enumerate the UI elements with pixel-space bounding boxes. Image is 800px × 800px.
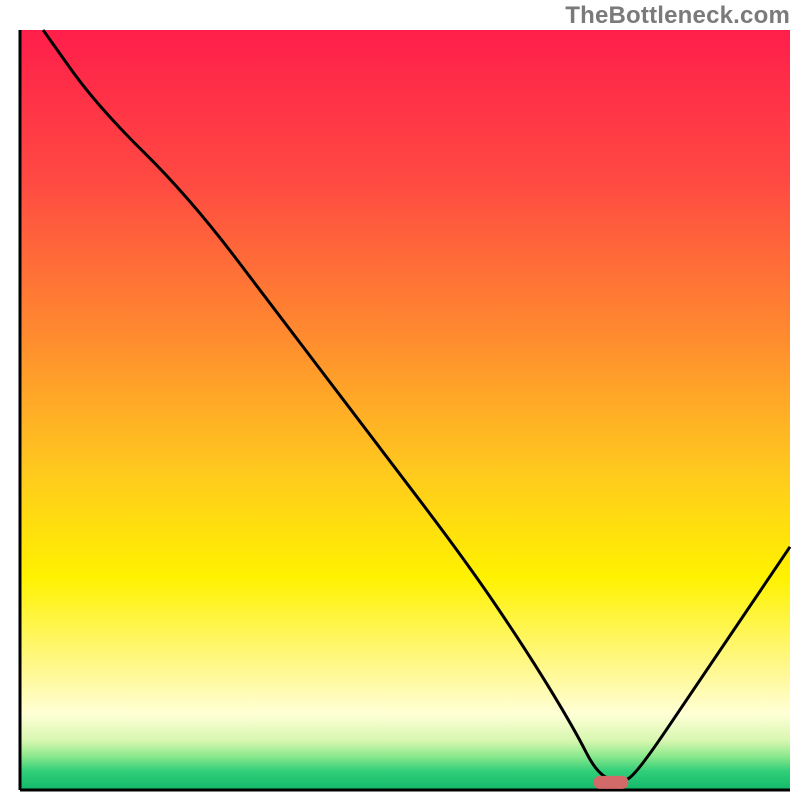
- minimum-marker: [594, 776, 629, 789]
- chart-stage: TheBottleneck.com: [0, 0, 800, 800]
- bottleneck-chart: [0, 0, 800, 800]
